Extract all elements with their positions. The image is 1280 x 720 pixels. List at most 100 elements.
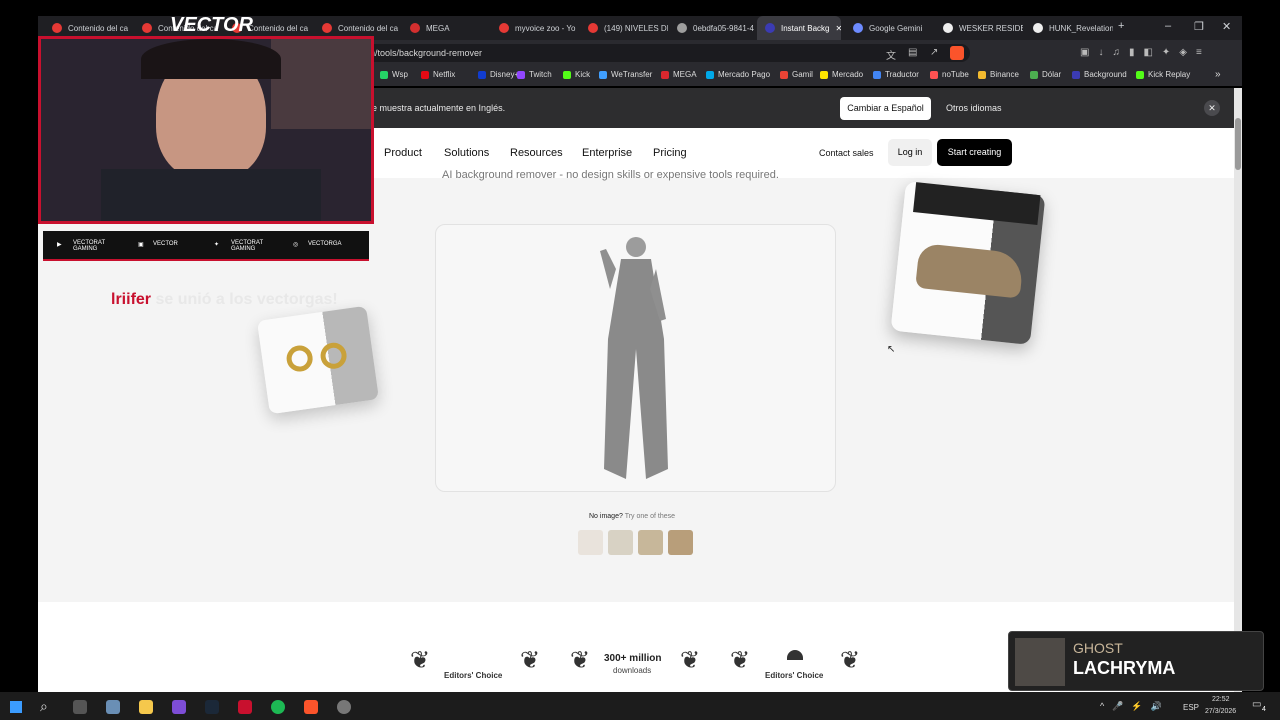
tab-favicon-icon [322, 23, 332, 33]
browser-tab[interactable]: HUNK_Revelation [1025, 16, 1113, 40]
bookmark-item[interactable]: Traductor [873, 70, 919, 79]
search-icon[interactable]: ⌕ [40, 698, 48, 715]
bookmark-item[interactable]: Dólar [1030, 70, 1061, 79]
language-indicator[interactable]: ESP [1183, 703, 1199, 712]
bookmark-favicon-icon [820, 70, 828, 79]
android-icon [787, 650, 803, 660]
bookmark-item[interactable]: Disney+ [478, 70, 519, 79]
login-button[interactable]: Log in [888, 139, 932, 166]
sneakers-sample-card [890, 181, 1046, 345]
bookmark-label: Mercado Pago [718, 70, 771, 79]
bookmark-item[interactable]: Background [1072, 70, 1127, 79]
page-scrollbar[interactable] [1234, 88, 1242, 692]
sample-thumb-product[interactable] [608, 530, 633, 555]
close-tab-icon[interactable]: ✕ [835, 24, 841, 33]
brave-icon[interactable] [304, 700, 318, 714]
close-translate-icon[interactable]: ✕ [1204, 100, 1220, 116]
mouse-cursor-icon: ↖ [887, 344, 896, 355]
tab-label: 0ebdfa05-9841-4 [693, 23, 754, 33]
system-tray-icons[interactable]: ^🎤⚡🔊 [1100, 701, 1170, 712]
notification-count: 4 [1262, 706, 1266, 713]
nav-pricing[interactable]: Pricing [653, 147, 687, 159]
new-tab-button[interactable]: + [1118, 20, 1124, 32]
clock-date[interactable]: 27/3/2026 [1205, 708, 1236, 715]
bookmark-item[interactable]: MEGA [661, 70, 697, 79]
nav-solutions[interactable]: Solutions [444, 147, 489, 159]
social-twitter: VECTORAT GAMING [231, 240, 264, 252]
tab-favicon-icon [410, 23, 420, 33]
minimize-icon[interactable]: – [1165, 20, 1171, 32]
bookmark-item[interactable]: Netflix [421, 70, 455, 79]
nav-product[interactable]: Product [384, 147, 422, 159]
bookmark-item[interactable]: Kick [563, 70, 590, 79]
spotify-icon[interactable] [271, 700, 285, 714]
laurel-right-2: ❦ [680, 647, 701, 674]
laurel-right-1: ❦ [520, 647, 541, 674]
bookmark-favicon-icon [1136, 70, 1144, 79]
bookmark-favicon-icon [478, 70, 486, 79]
taskbar-app-3-icon[interactable] [238, 700, 252, 714]
bookmark-favicon-icon [930, 70, 938, 79]
other-languages-link[interactable]: Otros idiomas [946, 103, 1002, 113]
browser-tab[interactable]: myvoice zoo - Yo [491, 16, 579, 40]
toolbar-extension-icons[interactable]: ▣↓♫▮◧✦◈≡ [1080, 47, 1211, 58]
bookmark-label: Traductor [885, 70, 919, 79]
sample-thumb-food[interactable] [638, 530, 663, 555]
bookmark-item[interactable]: Mercado [820, 70, 863, 79]
start-icon[interactable] [10, 701, 22, 713]
notification-icon[interactable]: ▭ [1252, 699, 1261, 710]
bookmark-favicon-icon [563, 70, 571, 79]
laurel-left-2: ❦ [570, 647, 591, 674]
share-icon[interactable]: ↗ [930, 47, 938, 58]
browser-tab[interactable]: (149) NIVELES DE [580, 16, 668, 40]
clock-time[interactable]: 22:52 [1212, 696, 1230, 703]
earring-left [284, 343, 315, 374]
browser-tab[interactable]: WESKER RESIDEN [935, 16, 1023, 40]
obs-icon[interactable] [337, 700, 351, 714]
start-creating-button[interactable]: Start creating [937, 139, 1012, 166]
contact-sales-link[interactable]: Contact sales [819, 148, 874, 158]
brave-shield-icon[interactable] [950, 46, 964, 60]
scrollbar-thumb[interactable] [1235, 118, 1241, 170]
earrings-sample-card [256, 305, 380, 415]
bookmark-item[interactable]: Twitch [517, 70, 552, 79]
translate-icon[interactable]: 文 [886, 47, 896, 62]
bookmark-favicon-icon [599, 70, 607, 79]
address-bar[interactable]: n/tools/background-remover [330, 44, 970, 62]
maximize-icon[interactable]: ❐ [1194, 20, 1204, 33]
song-artist: GHOST [1073, 640, 1123, 656]
social-youtube: VECTORAT GAMING [73, 240, 106, 252]
browser-tab[interactable]: Google Gemini [845, 16, 933, 40]
laurel-left-3: ❦ [730, 647, 751, 674]
tab-label: MEGA [426, 23, 450, 33]
close-window-icon[interactable]: ✕ [1222, 20, 1231, 33]
switch-language-button[interactable]: Cambiar a Español [840, 97, 931, 120]
bookmark-label: Mercado [832, 70, 864, 79]
sample-thumb-pastry[interactable] [668, 530, 693, 555]
taskbar-app-1-icon[interactable] [106, 700, 120, 714]
tab-favicon-icon [677, 23, 687, 33]
bookmark-item[interactable]: Binance [978, 70, 1019, 79]
taskbar-app-2-icon[interactable] [172, 700, 186, 714]
bookmark-favicon-icon [1072, 70, 1080, 79]
browser-tab[interactable]: Instant Backg ✕ [757, 16, 841, 40]
upload-dropzone[interactable] [435, 224, 836, 492]
bookmark-item[interactable]: Gamil [780, 70, 813, 79]
task-view-icon[interactable] [73, 700, 87, 714]
steam-icon[interactable] [205, 700, 219, 714]
reader-icon[interactable]: ▤ [908, 47, 917, 58]
bookmark-item[interactable]: Kick Replay [1136, 70, 1190, 79]
bookmarks-overflow-icon[interactable]: » [1215, 69, 1221, 80]
bookmark-item[interactable]: Wsp [380, 70, 408, 79]
earring-right [318, 341, 349, 371]
bookmark-item[interactable]: WeTransfer [599, 70, 652, 79]
bookmark-item[interactable]: noTube [930, 70, 969, 79]
nav-resources[interactable]: Resources [510, 147, 563, 159]
sample-thumb-woman[interactable] [578, 530, 603, 555]
bookmark-item[interactable]: Mercado Pago [706, 70, 770, 79]
file-explorer-icon[interactable] [139, 700, 153, 714]
bookmark-favicon-icon [661, 70, 669, 79]
browser-tab[interactable]: 0ebdfa05-9841-4 [669, 16, 757, 40]
browser-tab[interactable]: MEGA [402, 16, 490, 40]
nav-enterprise[interactable]: Enterprise [582, 147, 632, 159]
